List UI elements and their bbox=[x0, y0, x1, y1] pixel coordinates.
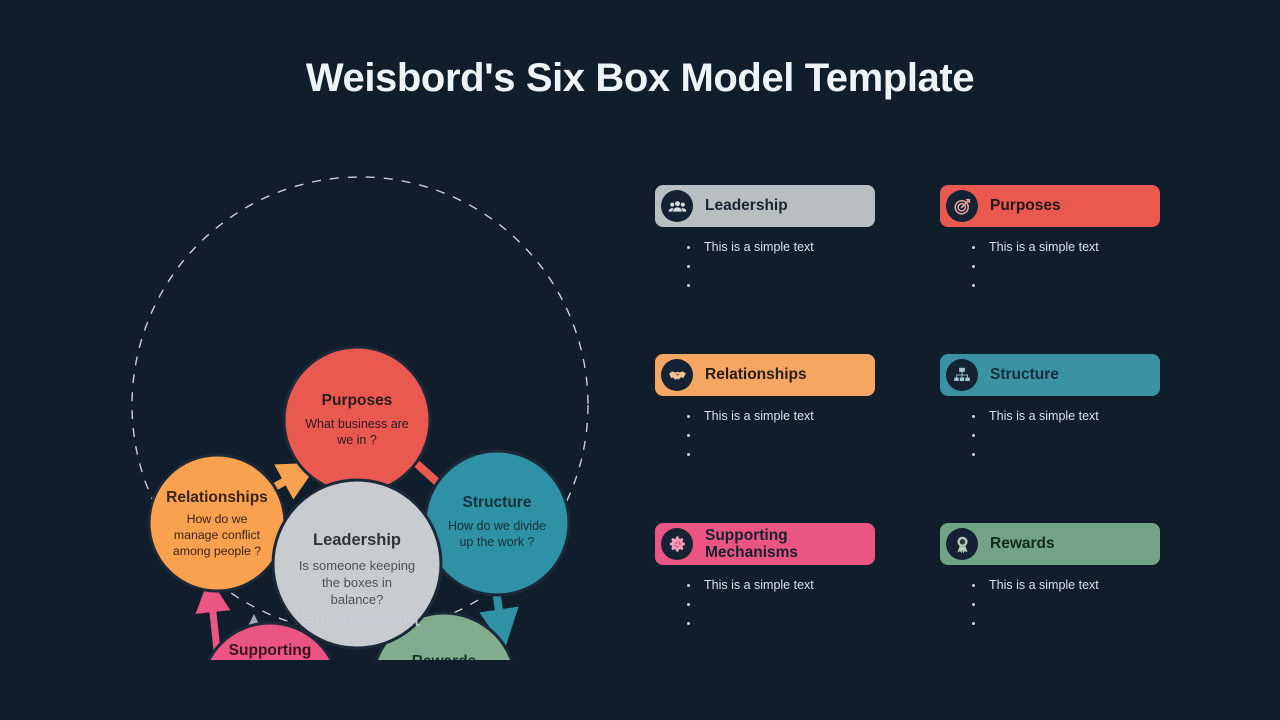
list-item: This is a simple text bbox=[972, 406, 1160, 426]
bullet-text: This is a simple text bbox=[704, 240, 814, 254]
bubble-relationships-q2: manage conflict bbox=[174, 528, 261, 542]
list-item[interactable] bbox=[972, 595, 1160, 614]
environment-label: Environment bbox=[299, 608, 421, 631]
bubble-supporting-title-l1: Supporting bbox=[229, 642, 312, 659]
bullet-dot bbox=[687, 265, 690, 268]
bullet-dot bbox=[687, 603, 690, 606]
six-box-cards: Leadership This is a simple text Purpose… bbox=[655, 185, 1175, 650]
bubble-rewards-title: Rewards bbox=[412, 653, 477, 660]
gear-wrench-icon bbox=[661, 528, 693, 560]
card-purposes-body: This is a simple text bbox=[940, 237, 1160, 295]
bullet-dot bbox=[972, 284, 975, 287]
bullet-dot bbox=[972, 414, 975, 418]
page-title: Weisbord's Six Box Model Template bbox=[305, 56, 975, 100]
bullet-dot bbox=[972, 453, 975, 456]
card-supporting-mechanisms-title: Supporting Mechanisms bbox=[705, 527, 798, 562]
bullet-dot bbox=[972, 265, 975, 268]
list-item[interactable] bbox=[687, 276, 875, 295]
list-item[interactable] bbox=[687, 595, 875, 614]
card-supporting-mechanisms-body: This is a simple text bbox=[655, 575, 875, 633]
award-ribbon-icon bbox=[946, 528, 978, 560]
list-item: This is a simple text bbox=[687, 406, 875, 426]
list-item: This is a simple text bbox=[972, 237, 1160, 257]
list-item[interactable] bbox=[972, 426, 1160, 445]
target-icon bbox=[946, 190, 978, 222]
bullet-dot bbox=[972, 622, 975, 625]
people-group-icon bbox=[661, 190, 693, 222]
bullet-text: This is a simple text bbox=[704, 409, 814, 423]
org-chart-icon bbox=[946, 359, 978, 391]
card-leadership-title: Leadership bbox=[705, 197, 788, 215]
bubble-purposes: Purposes What business are we in ? bbox=[282, 345, 432, 495]
list-item[interactable] bbox=[972, 257, 1160, 276]
handshake-icon bbox=[661, 359, 693, 391]
bullet-dot bbox=[687, 414, 690, 418]
bubble-structure-q2: up the work ? bbox=[459, 535, 534, 549]
bubble-relationships: Relationships How do we manage conflict … bbox=[147, 453, 287, 593]
bullet-dot bbox=[972, 583, 975, 587]
card-rewards[interactable]: Rewards This is a simple text bbox=[940, 523, 1160, 633]
list-item: This is a simple text bbox=[972, 575, 1160, 595]
bullet-dot bbox=[972, 434, 975, 437]
card-structure-title: Structure bbox=[990, 366, 1059, 384]
bubble-relationships-q3: among people ? bbox=[173, 544, 261, 558]
bullet-dot bbox=[687, 453, 690, 456]
bubble-purposes-q1: What business are bbox=[305, 417, 409, 431]
bubble-structure: Structure How do we divide up the work ? bbox=[423, 449, 571, 597]
card-title-line-1: Supporting bbox=[705, 526, 788, 544]
card-leadership-body: This is a simple text bbox=[655, 237, 875, 295]
bubble-relationships-q1: How do we bbox=[187, 512, 248, 526]
bullet-dot bbox=[972, 245, 975, 249]
list-item[interactable] bbox=[687, 445, 875, 464]
bubble-leadership-q3: balance? bbox=[331, 592, 384, 607]
card-relationships[interactable]: Relationships This is a simple text bbox=[655, 354, 875, 464]
bubble-relationships-title: Relationships bbox=[166, 489, 268, 506]
bullet-dot bbox=[972, 603, 975, 606]
card-relationships-header[interactable]: Relationships bbox=[655, 354, 875, 396]
card-structure-body: This is a simple text bbox=[940, 406, 1160, 464]
card-supporting-mechanisms[interactable]: Supporting Mechanisms This is a simple t… bbox=[655, 523, 875, 633]
card-purposes[interactable]: Purposes This is a simple text bbox=[940, 185, 1160, 295]
list-item: This is a simple text bbox=[687, 575, 875, 595]
bubble-leadership-q1: Is someone keeping bbox=[299, 558, 415, 573]
list-item[interactable] bbox=[972, 276, 1160, 295]
card-leadership-header[interactable]: Leadership bbox=[655, 185, 875, 227]
list-item: This is a simple text bbox=[687, 237, 875, 257]
slide-root: Weisbord's Six Box Model Template Purpos… bbox=[0, 0, 1280, 720]
card-structure[interactable]: Structure This is a simple text bbox=[940, 354, 1160, 464]
list-item[interactable] bbox=[687, 257, 875, 276]
bubble-purposes-q2: we in ? bbox=[336, 433, 377, 447]
card-relationships-title: Relationships bbox=[705, 366, 807, 384]
card-purposes-title: Purposes bbox=[990, 197, 1061, 215]
six-box-diagram: Purposes What business are we in ? Struc… bbox=[110, 160, 610, 660]
bubble-purposes-title: Purposes bbox=[322, 392, 393, 409]
bullet-text: This is a simple text bbox=[704, 578, 814, 592]
bullet-text: This is a simple text bbox=[989, 578, 1099, 592]
list-item[interactable] bbox=[972, 614, 1160, 633]
bullet-dot bbox=[687, 284, 690, 287]
card-supporting-mechanisms-header[interactable]: Supporting Mechanisms bbox=[655, 523, 875, 565]
card-relationships-body: This is a simple text bbox=[655, 406, 875, 464]
card-rewards-header[interactable]: Rewards bbox=[940, 523, 1160, 565]
bullet-text: This is a simple text bbox=[989, 409, 1099, 423]
card-rewards-body: This is a simple text bbox=[940, 575, 1160, 633]
bubble-leadership-title: Leadership bbox=[313, 531, 401, 549]
bullet-dot bbox=[687, 245, 690, 249]
card-structure-header[interactable]: Structure bbox=[940, 354, 1160, 396]
bubble-structure-title: Structure bbox=[463, 494, 532, 511]
card-purposes-header[interactable]: Purposes bbox=[940, 185, 1160, 227]
card-title-line-2: Mechanisms bbox=[705, 544, 799, 561]
card-rewards-title: Rewards bbox=[990, 535, 1055, 553]
bullet-dot bbox=[687, 583, 690, 587]
list-item[interactable] bbox=[687, 426, 875, 445]
list-item[interactable] bbox=[972, 445, 1160, 464]
bullet-dot bbox=[687, 622, 690, 625]
bullet-dot bbox=[687, 434, 690, 437]
bubble-structure-q1: How do we divide bbox=[448, 519, 546, 533]
bullet-text: This is a simple text bbox=[989, 240, 1099, 254]
bubble-leadership-q2: the boxes in bbox=[322, 575, 392, 590]
list-item[interactable] bbox=[687, 614, 875, 633]
card-leadership[interactable]: Leadership This is a simple text bbox=[655, 185, 875, 295]
